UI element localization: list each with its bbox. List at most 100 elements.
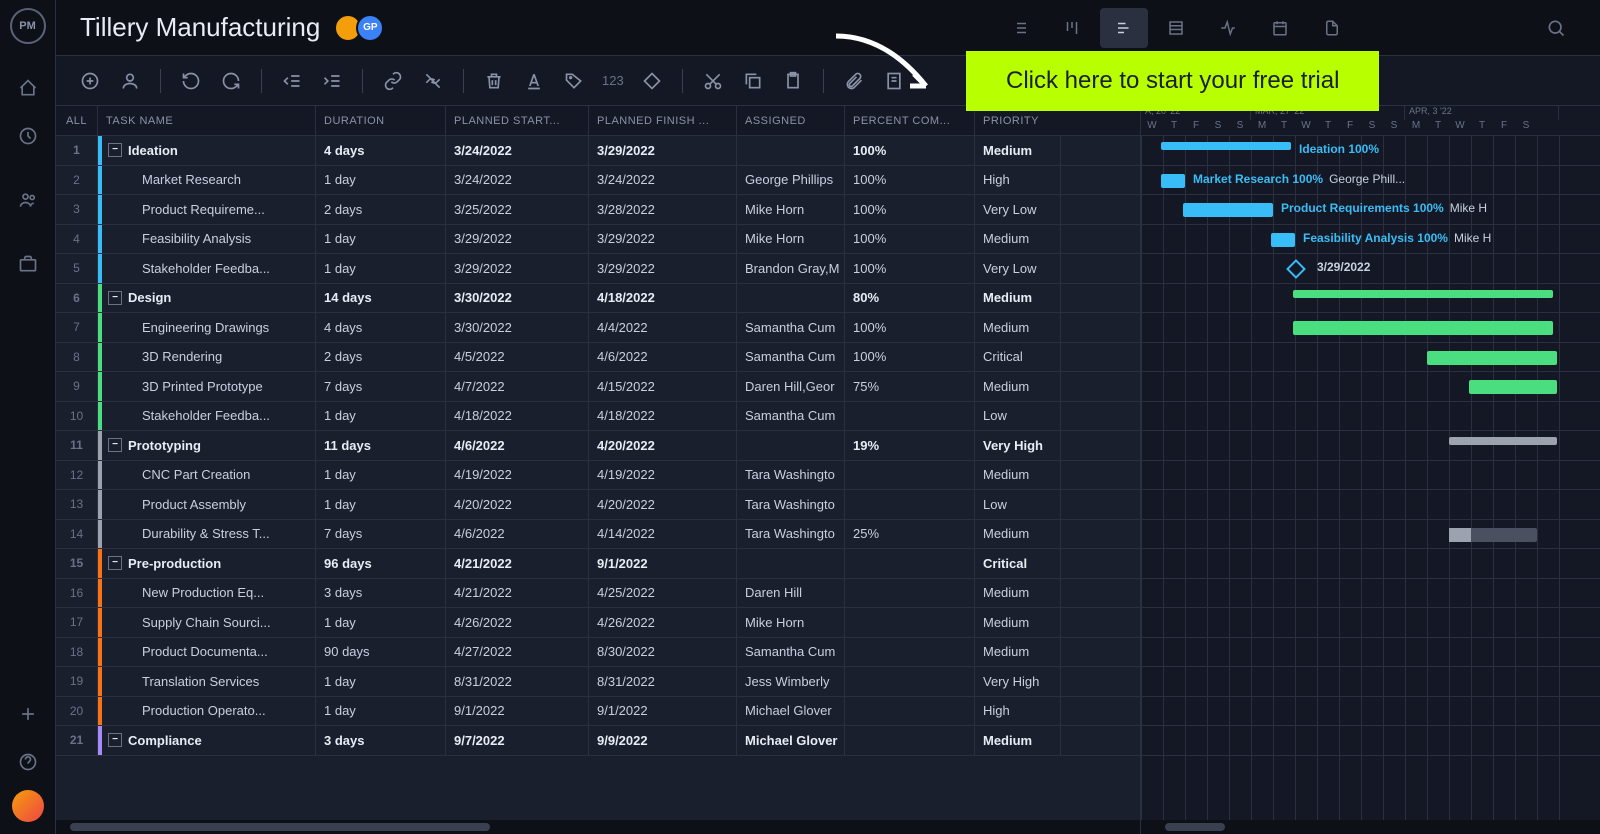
duration-cell[interactable]: 2 days (316, 195, 446, 224)
start-cell[interactable]: 4/21/2022 (446, 549, 589, 578)
assigned-cell[interactable]: Mike Horn (737, 195, 845, 224)
percent-cell[interactable]: 75% (845, 372, 975, 401)
paste-button[interactable] (775, 63, 811, 99)
start-cell[interactable]: 4/19/2022 (446, 461, 589, 490)
gantt-milestone[interactable] (1286, 259, 1306, 279)
percent-cell[interactable] (845, 490, 975, 519)
col-header-percent[interactable]: PERCENT COM... (845, 106, 975, 135)
task-name-cell[interactable]: Stakeholder Feedba... (102, 402, 316, 431)
percent-cell[interactable] (845, 638, 975, 667)
percent-cell[interactable]: 100% (845, 254, 975, 283)
files-view-tab[interactable] (1308, 8, 1356, 48)
duration-cell[interactable]: 4 days (316, 313, 446, 342)
percent-cell[interactable] (845, 726, 975, 755)
start-cell[interactable]: 3/30/2022 (446, 284, 589, 313)
assigned-cell[interactable]: Michael Glover (737, 726, 845, 755)
percent-cell[interactable]: 100% (845, 313, 975, 342)
search-icon[interactable] (1536, 8, 1576, 48)
task-row[interactable]: 4 Feasibility Analysis 1 day 3/29/2022 3… (56, 225, 1140, 255)
finish-cell[interactable]: 4/4/2022 (589, 313, 737, 342)
percent-cell[interactable] (845, 608, 975, 637)
task-name-cell[interactable]: CNC Part Creation (102, 461, 316, 490)
start-cell[interactable]: 4/27/2022 (446, 638, 589, 667)
percent-cell[interactable]: 100% (845, 343, 975, 372)
gantt-view-tab[interactable] (1100, 8, 1148, 48)
task-row[interactable]: 20 Production Operato... 1 day 9/1/2022 … (56, 697, 1140, 727)
percent-cell[interactable]: 19% (845, 431, 975, 460)
priority-cell[interactable]: Medium (975, 608, 1061, 637)
col-header-finish[interactable]: PLANNED FINISH ... (589, 106, 737, 135)
gantt-row[interactable] (1141, 520, 1600, 550)
collapse-toggle[interactable]: − (108, 733, 122, 747)
task-name-cell[interactable]: Engineering Drawings (102, 313, 316, 342)
assigned-cell[interactable]: Samantha Cum (737, 638, 845, 667)
task-name-cell[interactable]: Product Requireme... (102, 195, 316, 224)
finish-cell[interactable]: 9/1/2022 (589, 697, 737, 726)
duration-cell[interactable]: 1 day (316, 254, 446, 283)
gantt-row[interactable] (1141, 579, 1600, 609)
gantt-bar[interactable] (1183, 203, 1273, 217)
start-cell[interactable]: 4/18/2022 (446, 402, 589, 431)
gantt-scrollbar[interactable] (1141, 820, 1600, 834)
assigned-cell[interactable]: Mike Horn (737, 225, 845, 254)
task-row[interactable]: 7 Engineering Drawings 4 days 3/30/2022 … (56, 313, 1140, 343)
team-icon[interactable] (8, 180, 48, 220)
task-row[interactable]: 2 Market Research 1 day 3/24/2022 3/24/2… (56, 166, 1140, 196)
duration-cell[interactable]: 7 days (316, 372, 446, 401)
home-icon[interactable] (8, 68, 48, 108)
start-cell[interactable]: 3/29/2022 (446, 254, 589, 283)
task-row[interactable]: 10 Stakeholder Feedba... 1 day 4/18/2022… (56, 402, 1140, 432)
assigned-cell[interactable]: Tara Washingto (737, 461, 845, 490)
priority-cell[interactable]: Medium (975, 638, 1061, 667)
calendar-view-tab[interactable] (1256, 8, 1304, 48)
assigned-cell[interactable]: Samantha Cum (737, 313, 845, 342)
task-row[interactable]: 3 Product Requireme... 2 days 3/25/2022 … (56, 195, 1140, 225)
duration-cell[interactable]: 1 day (316, 490, 446, 519)
start-cell[interactable]: 3/25/2022 (446, 195, 589, 224)
finish-cell[interactable]: 4/25/2022 (589, 579, 737, 608)
gantt-row[interactable]: Feasibility Analysis 100%Mike H (1141, 225, 1600, 255)
duration-cell[interactable]: 7 days (316, 520, 446, 549)
start-cell[interactable]: 9/7/2022 (446, 726, 589, 755)
task-row[interactable]: 14 Durability & Stress T... 7 days 4/6/2… (56, 520, 1140, 550)
user-avatar[interactable] (12, 790, 44, 822)
duration-cell[interactable]: 1 day (316, 608, 446, 637)
cut-button[interactable] (695, 63, 731, 99)
col-header-duration[interactable]: DURATION (316, 106, 446, 135)
task-row[interactable]: 9 3D Printed Prototype 7 days 4/7/2022 4… (56, 372, 1140, 402)
task-name-cell[interactable]: Translation Services (102, 667, 316, 696)
assigned-cell[interactable]: Samantha Cum (737, 402, 845, 431)
assigned-cell[interactable]: Jess Wimberly (737, 667, 845, 696)
assigned-cell[interactable] (737, 136, 845, 165)
avatar-group[interactable]: GP (340, 14, 384, 42)
finish-cell[interactable]: 8/31/2022 (589, 667, 737, 696)
finish-cell[interactable]: 9/9/2022 (589, 726, 737, 755)
collapse-toggle[interactable]: − (108, 556, 122, 570)
finish-cell[interactable]: 4/19/2022 (589, 461, 737, 490)
help-icon[interactable] (8, 742, 48, 782)
percent-cell[interactable] (845, 667, 975, 696)
priority-cell[interactable]: Medium (975, 726, 1061, 755)
percent-cell[interactable] (845, 579, 975, 608)
avatar-2[interactable]: GP (356, 14, 384, 42)
portfolio-icon[interactable] (8, 244, 48, 284)
assigned-cell[interactable]: George Phillips (737, 166, 845, 195)
finish-cell[interactable]: 3/29/2022 (589, 254, 737, 283)
gantt-bar[interactable] (1271, 233, 1295, 247)
finish-cell[interactable]: 4/18/2022 (589, 284, 737, 313)
assigned-cell[interactable] (737, 431, 845, 460)
priority-cell[interactable]: Medium (975, 520, 1061, 549)
percent-cell[interactable] (845, 402, 975, 431)
priority-cell[interactable]: Medium (975, 313, 1061, 342)
duration-cell[interactable]: 1 day (316, 225, 446, 254)
task-row[interactable]: 13 Product Assembly 1 day 4/20/2022 4/20… (56, 490, 1140, 520)
gantt-row[interactable] (1141, 638, 1600, 668)
assigned-cell[interactable]: Brandon Gray,M (737, 254, 845, 283)
finish-cell[interactable]: 4/14/2022 (589, 520, 737, 549)
add-icon[interactable] (8, 694, 48, 734)
duration-cell[interactable]: 3 days (316, 726, 446, 755)
duration-cell[interactable]: 14 days (316, 284, 446, 313)
redo-button[interactable] (213, 63, 249, 99)
collapse-toggle[interactable]: − (108, 143, 122, 157)
gantt-row[interactable]: 3/29/2022 (1141, 254, 1600, 284)
